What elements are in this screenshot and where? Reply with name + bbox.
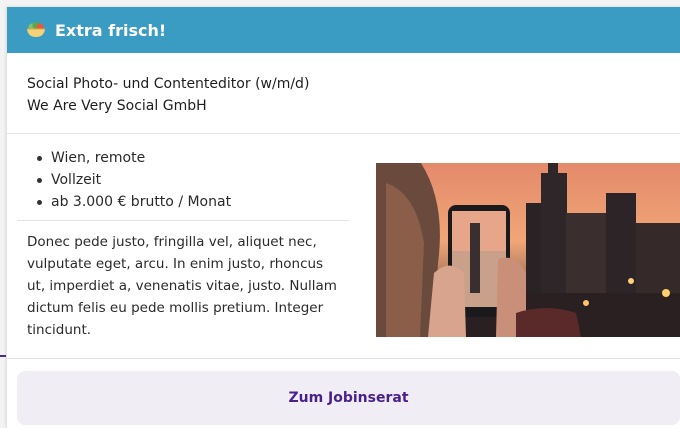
bullet-icon	[37, 155, 42, 161]
job-photo	[376, 163, 680, 337]
company-name: We Are Very Social GmbH	[27, 98, 207, 114]
job-details: Wien, remote Vollzeit ab 3.000 € brutto …	[17, 134, 349, 341]
job-body: Wien, remote Vollzeit ab 3.000 € brutto …	[7, 134, 680, 341]
bullet-icon	[37, 177, 42, 183]
fact-salary: ab 3.000 € brutto / Monat	[37, 191, 349, 213]
salad-bowl-icon	[27, 22, 45, 37]
job-link-button[interactable]: Zum Jobinserat	[17, 371, 680, 425]
card-header: Extra frisch!	[7, 7, 680, 53]
job-title: Social Photo- und Contenteditor (w/m/d)	[27, 76, 310, 92]
job-description: Donec pede justo, fringilla vel, aliquet…	[27, 234, 337, 338]
fact-location: Wien, remote	[37, 147, 349, 169]
job-facts-list: Wien, remote Vollzeit ab 3.000 € brutto …	[17, 134, 349, 221]
bullet-icon	[37, 199, 42, 205]
fact-employment-type: Vollzeit	[37, 169, 349, 191]
job-title-block: Social Photo- und Contenteditor (w/m/d) …	[7, 53, 680, 134]
job-card: Extra frisch! Social Photo- und Contente…	[6, 7, 680, 428]
section-divider	[7, 358, 680, 359]
header-title: Extra frisch!	[55, 20, 167, 40]
